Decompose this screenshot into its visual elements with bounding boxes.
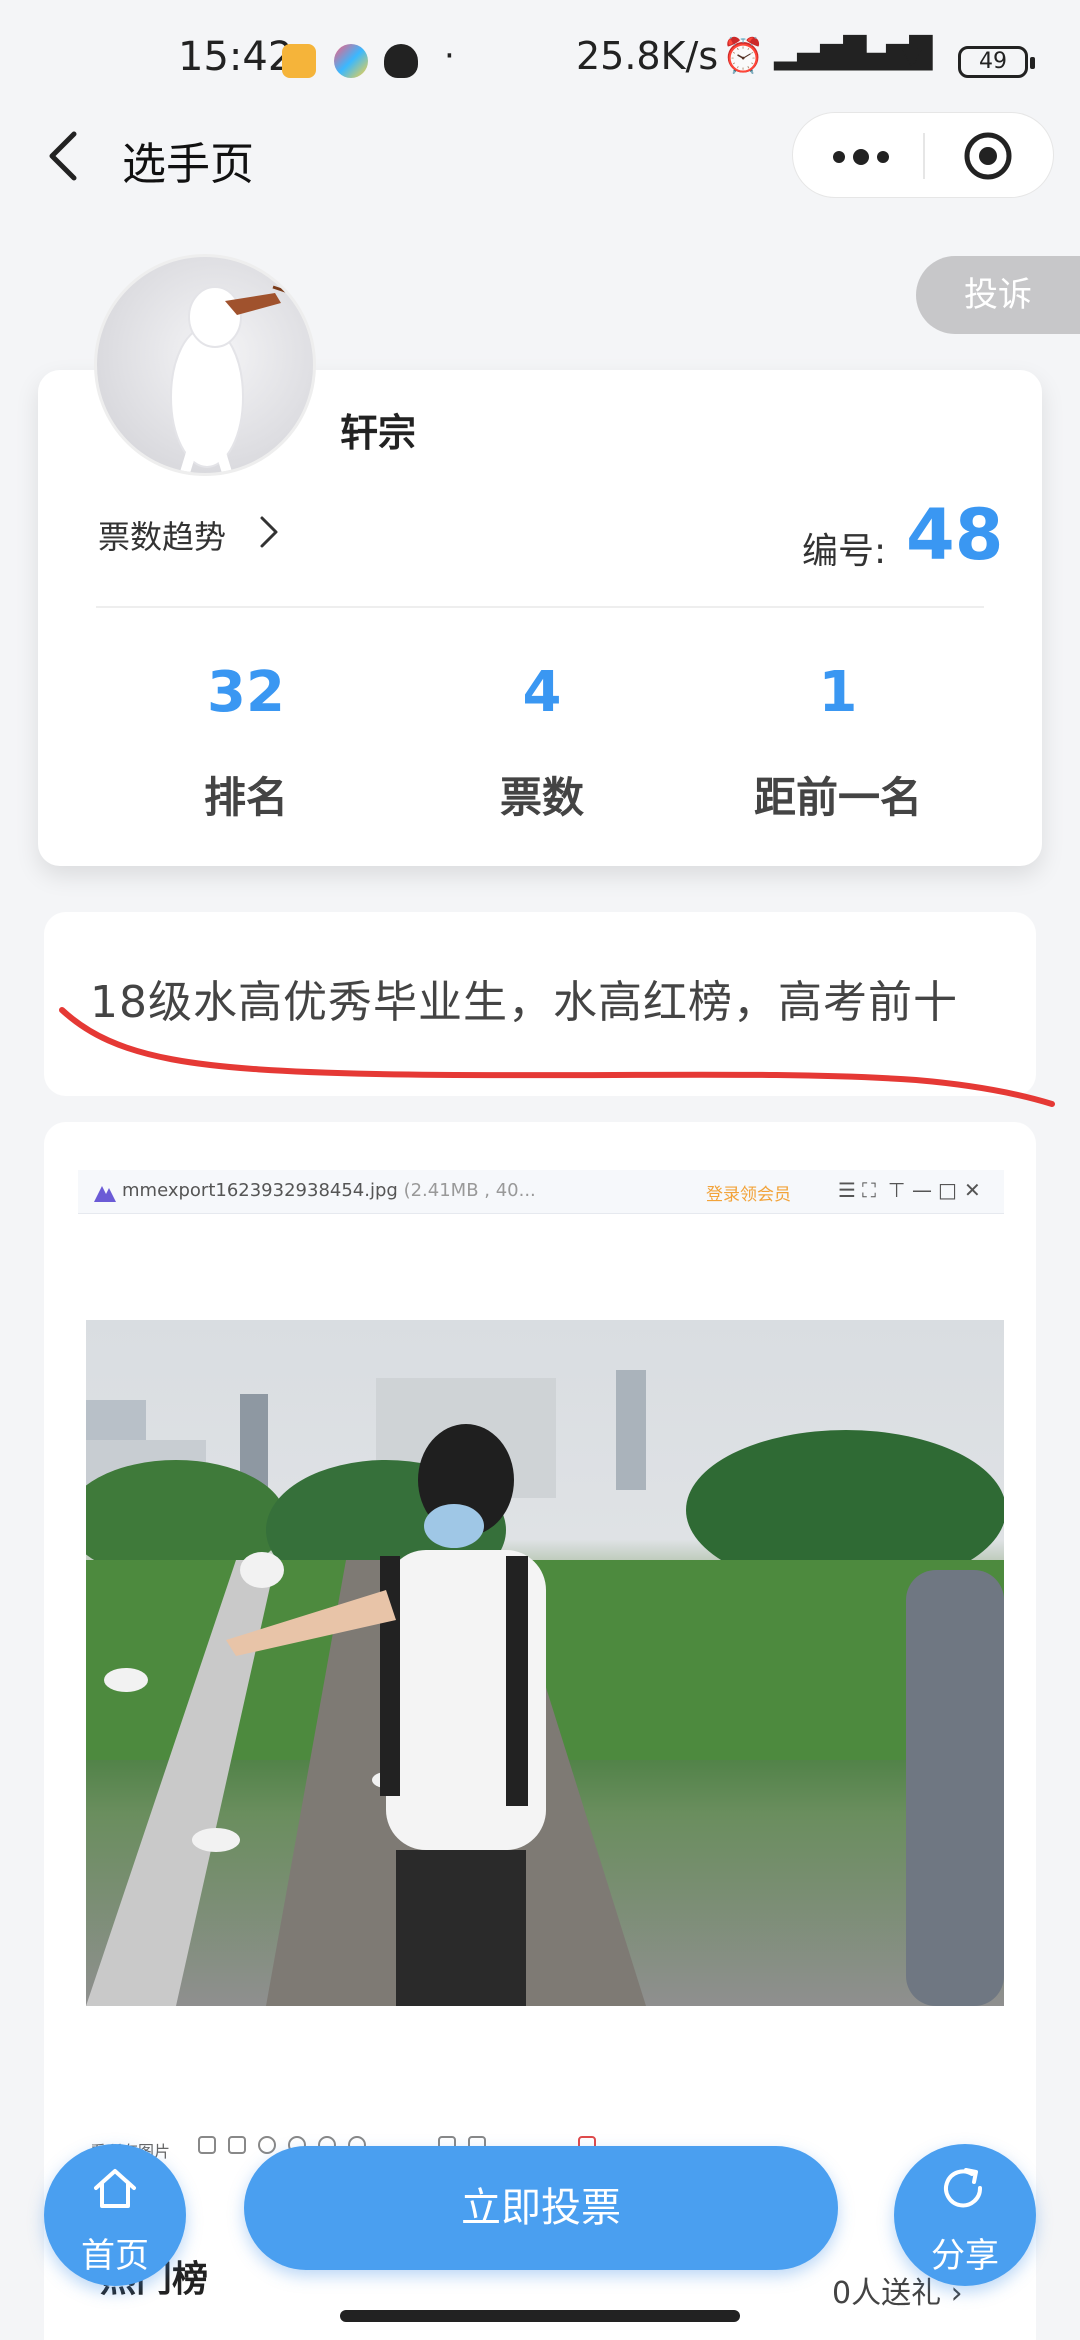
avatar: [94, 254, 316, 476]
embedded-image-viewer: mmexport1623932938454.jpg (2.41MB , 40..…: [78, 1170, 1004, 2170]
mini-program-capsule: [792, 112, 1054, 198]
share-icon: [944, 2168, 983, 2208]
chevron-right-icon[interactable]: [258, 514, 280, 550]
stat-votes: 4 票数: [392, 660, 692, 825]
viewer-filename: mmexport1623932938454.jpg (2.41MB , 40..…: [122, 1180, 536, 1201]
minimize-icon[interactable]: —: [912, 1178, 932, 1202]
viewer-tool-icon[interactable]: [198, 2136, 216, 2154]
share-label: 分享: [931, 2236, 999, 2276]
viewer-logo-icon: [94, 1186, 116, 1202]
red-underline-annotation: [59, 1007, 1055, 1107]
notes-app-icon: [282, 44, 316, 78]
stat-gap-to-next: 1 距前一名: [688, 660, 988, 825]
wifi-icon: ⌔: [896, 38, 928, 78]
home-icon: [94, 2169, 136, 2208]
qq-penguin-icon: [384, 44, 418, 78]
stat-value: 4: [522, 660, 562, 725]
stat-rank: 32 排名: [96, 660, 396, 825]
page-title: 选手页: [122, 139, 254, 190]
network-speed: 25.8K/s: [576, 34, 719, 78]
share-button[interactable]: 分享: [894, 2144, 1036, 2286]
stat-label: 距前一名: [753, 773, 922, 822]
more-dots-icon[interactable]: [829, 137, 893, 177]
colorful-app-icon: [334, 44, 368, 78]
player-name: 轩宗: [340, 411, 417, 455]
target-circle-icon[interactable]: [963, 131, 1013, 181]
player-number-value: 48: [906, 494, 1004, 576]
home-button[interactable]: 首页: [44, 2144, 186, 2286]
photo-illustration: [86, 1370, 1004, 2006]
close-icon[interactable]: ✕: [964, 1178, 981, 1202]
vote-now-button[interactable]: 立即投票: [244, 2146, 838, 2270]
dot-icon: ·: [444, 36, 455, 76]
avatar-image: [170, 285, 304, 473]
home-indicator[interactable]: [340, 2310, 740, 2322]
zoom-in-icon[interactable]: [258, 2136, 276, 2154]
maximize-icon[interactable]: □: [938, 1178, 957, 1202]
menu-icon[interactable]: ☰: [838, 1178, 856, 1202]
vote-trend-link[interactable]: 票数趋势: [98, 512, 226, 558]
capsule-divider: [923, 133, 925, 179]
photo-scene: [86, 1320, 1004, 2006]
status-time: 15:42: [178, 34, 294, 80]
fullscreen-icon[interactable]: ⛶: [862, 1178, 876, 1202]
viewer-titlebar: mmexport1623932938454.jpg (2.41MB , 40..…: [78, 1170, 1004, 1214]
stat-label: 排名: [203, 773, 288, 822]
stat-value: 32: [207, 660, 285, 725]
filename-text: mmexport1623932938454.jpg: [122, 1180, 398, 1201]
battery-icon: 49: [958, 46, 1035, 78]
pin-icon[interactable]: ⊤: [888, 1178, 905, 1202]
stat-label: 票数: [499, 773, 584, 822]
status-bar: 15:42 · 25.8K/s ⏰ ▂▄▆█ ▂▄▆█ ⌔ 49: [0, 0, 1080, 120]
home-label: 首页: [81, 2236, 149, 2276]
alarm-icon: ⏰: [722, 36, 765, 76]
viewer-tool-icon[interactable]: [228, 2136, 246, 2154]
back-button[interactable]: [42, 128, 92, 184]
file-meta-text: (2.41MB , 40...: [403, 1180, 536, 1201]
viewer-vip-link[interactable]: 登录领会员: [706, 1180, 791, 1205]
card-divider: [96, 606, 984, 608]
stat-value: 1: [818, 660, 858, 725]
player-number-label: 编号:: [802, 531, 887, 572]
report-button[interactable]: 投诉: [916, 256, 1080, 334]
